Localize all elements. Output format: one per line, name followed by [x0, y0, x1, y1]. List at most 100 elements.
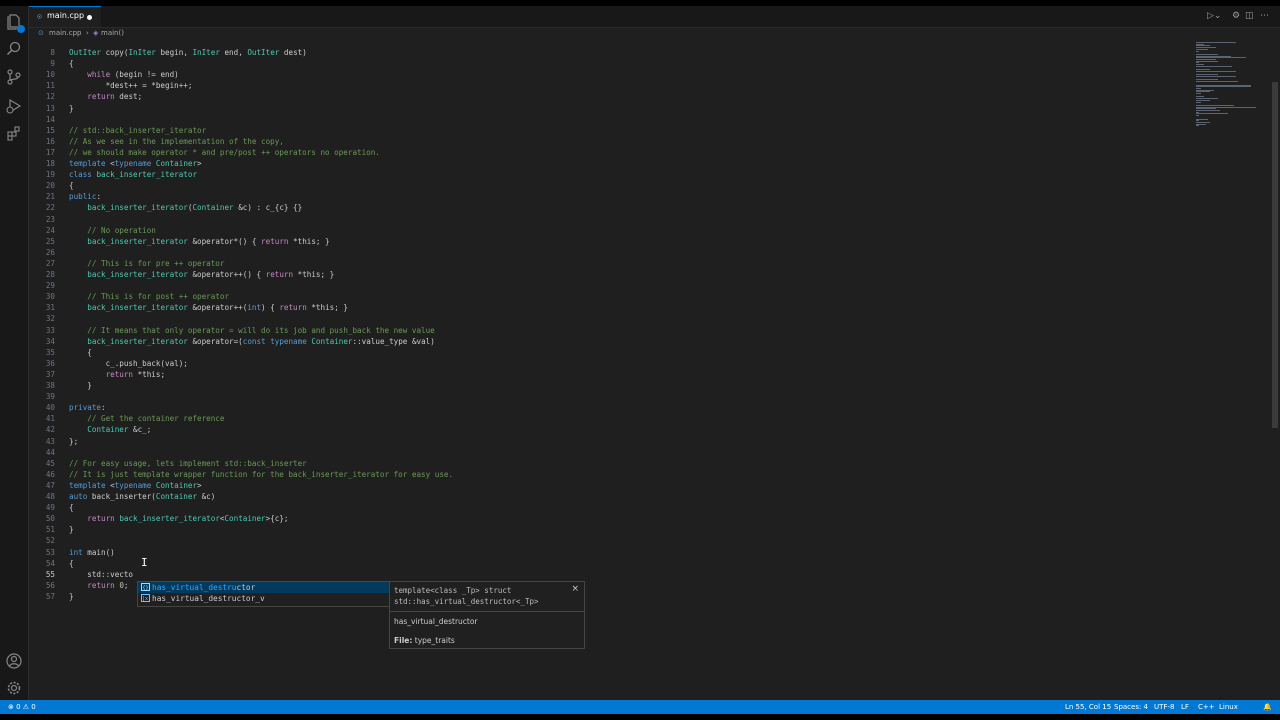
settings-gear-icon[interactable]: [4, 678, 24, 698]
code-line[interactable]: {: [69, 347, 92, 358]
code-line[interactable]: }: [69, 103, 74, 114]
details-file-label: File:: [394, 636, 413, 645]
code-line[interactable]: auto back_inserter(Container &c): [69, 491, 215, 502]
code-line[interactable]: int main(): [69, 547, 115, 558]
code-line[interactable]: {: [69, 502, 74, 513]
run-menu-icon[interactable]: ▷⌄: [1207, 11, 1221, 21]
code-line[interactable]: *dest++ = *begin++;: [69, 80, 193, 91]
minimap-line: [1196, 50, 1199, 52]
language-mode[interactable]: C++: [1198, 703, 1215, 711]
code-line[interactable]: public:: [69, 191, 101, 202]
line-number: 36: [45, 358, 55, 368]
breadcrumb-file[interactable]: main.cpp: [49, 29, 81, 37]
code-line[interactable]: // This is for post ++ operator: [69, 291, 229, 302]
code-line[interactable]: Container &c_;: [69, 424, 151, 435]
os-indicator[interactable]: Linux: [1219, 703, 1238, 711]
line-number: 10: [45, 70, 55, 80]
account-icon[interactable]: [4, 651, 24, 671]
encoding[interactable]: UTF-8: [1154, 703, 1174, 711]
source-control-icon[interactable]: [4, 67, 24, 87]
code-line[interactable]: while (begin != end): [69, 69, 178, 80]
struct-icon: {}: [141, 583, 150, 591]
explorer-badge: [17, 25, 25, 33]
line-number: 13: [45, 103, 55, 113]
code-line[interactable]: {: [69, 58, 74, 69]
code-line[interactable]: back_inserter_iterator &operator*() { re…: [69, 236, 329, 247]
code-line[interactable]: private:: [69, 402, 106, 413]
line-number: 25: [45, 236, 55, 246]
code-line[interactable]: // It means that only operator = will do…: [69, 325, 434, 336]
more-actions-icon[interactable]: ⋯: [1260, 11, 1269, 21]
split-editor-icon[interactable]: ◫: [1245, 11, 1254, 21]
indentation[interactable]: Spaces: 4: [1114, 703, 1148, 711]
code-line[interactable]: // As we see in the implementation of th…: [69, 136, 284, 147]
suggestion-item[interactable]: {} has_virtual_destructor: [138, 582, 390, 593]
line-number: 39: [45, 392, 55, 402]
run-debug-icon[interactable]: [4, 96, 24, 116]
cursor-position[interactable]: Ln 55, Col 15: [1065, 703, 1111, 711]
minimap-line: [1196, 70, 1236, 72]
code-line[interactable]: template <typename Container>: [69, 158, 202, 169]
code-line[interactable]: }: [69, 524, 74, 535]
code-line[interactable]: back_inserter_iterator &operator++(int) …: [69, 302, 348, 313]
line-number: 9: [50, 59, 55, 69]
code-line[interactable]: // std::back_inserter_iterator: [69, 125, 206, 136]
line-number: 34: [45, 336, 55, 346]
code-line[interactable]: back_inserter_iterator(Container &c) : c…: [69, 202, 302, 213]
line-number: 15: [45, 125, 55, 135]
vscode-window: ⊙ main.cpp ▷⌄ ⚙ ◫ ⋯ ⊙ main.cpp › ◈ main(…: [0, 6, 1280, 714]
code-line[interactable]: template <typename Container>: [69, 480, 202, 491]
notifications-bell-icon[interactable]: 🔔: [1263, 703, 1272, 711]
code-line[interactable]: {: [69, 180, 74, 191]
minimap[interactable]: [1194, 42, 1266, 132]
line-number: 20: [45, 181, 55, 191]
code-line[interactable]: }: [69, 591, 74, 602]
end-of-line[interactable]: LF: [1181, 703, 1189, 711]
line-number: 14: [45, 114, 55, 124]
line-number: 11: [45, 81, 55, 91]
line-number: 40: [45, 403, 55, 413]
breadcrumb-symbol[interactable]: main(): [101, 29, 124, 37]
code-line[interactable]: std::vecto: [69, 569, 133, 580]
code-line[interactable]: // Get the container reference: [69, 413, 224, 424]
explorer-icon[interactable]: [4, 12, 25, 33]
code-line[interactable]: back_inserter_iterator &operator++() { r…: [69, 269, 334, 280]
variable-icon: [x]: [141, 594, 152, 602]
problems-indicator[interactable]: ⊗ 0 ⚠ 0: [8, 703, 36, 711]
suggestion-label: has_virtual_destructor: [152, 582, 255, 593]
code-line[interactable]: return *this;: [69, 369, 165, 380]
code-line[interactable]: // we should make operator * and pre/pos…: [69, 147, 380, 158]
code-line[interactable]: return 0;: [69, 580, 128, 591]
code-line[interactable]: return back_inserter_iterator<Container>…: [69, 513, 288, 524]
line-number: 52: [45, 536, 55, 546]
code-line[interactable]: };: [69, 436, 78, 447]
suggestion-item[interactable]: [x] has_virtual_destructor_v: [138, 593, 390, 604]
line-number: 49: [45, 503, 55, 513]
code-line[interactable]: class back_inserter_iterator: [69, 169, 197, 180]
code-line[interactable]: c_.push_back(val);: [69, 358, 188, 369]
code-line[interactable]: // No operation: [69, 225, 156, 236]
unsaved-dot-icon[interactable]: [87, 15, 92, 20]
extensions-icon[interactable]: [4, 124, 24, 144]
code-line[interactable]: // This is for pre ++ operator: [69, 258, 224, 269]
line-number: 32: [45, 314, 55, 324]
code-line[interactable]: back_inserter_iterator &operator=(const …: [69, 336, 435, 347]
settings-icon[interactable]: ⚙: [1232, 11, 1240, 21]
minimap-line: [1196, 125, 1199, 127]
details-divider: [390, 611, 584, 612]
code-line[interactable]: return dest;: [69, 91, 142, 102]
line-number: 51: [45, 525, 55, 535]
close-icon[interactable]: ×: [571, 584, 579, 594]
minimap-line: [1196, 110, 1220, 111]
search-icon[interactable]: [4, 39, 24, 59]
tab-main-cpp[interactable]: ⊙ main.cpp: [29, 6, 101, 27]
minimap-line: [1196, 76, 1236, 77]
code-line[interactable]: // It is just template wrapper function …: [69, 469, 453, 480]
line-number: 21: [45, 192, 55, 202]
code-line[interactable]: OutIter copy(InIter begin, InIter end, O…: [69, 47, 307, 58]
code-line[interactable]: {: [69, 558, 74, 569]
vertical-scrollbar[interactable]: [1272, 82, 1278, 428]
autocomplete-suggestions[interactable]: {} has_virtual_destructor [x] has_virtua…: [137, 581, 391, 607]
code-line[interactable]: }: [69, 380, 92, 391]
code-line[interactable]: // For easy usage, lets implement std::b…: [69, 458, 307, 469]
